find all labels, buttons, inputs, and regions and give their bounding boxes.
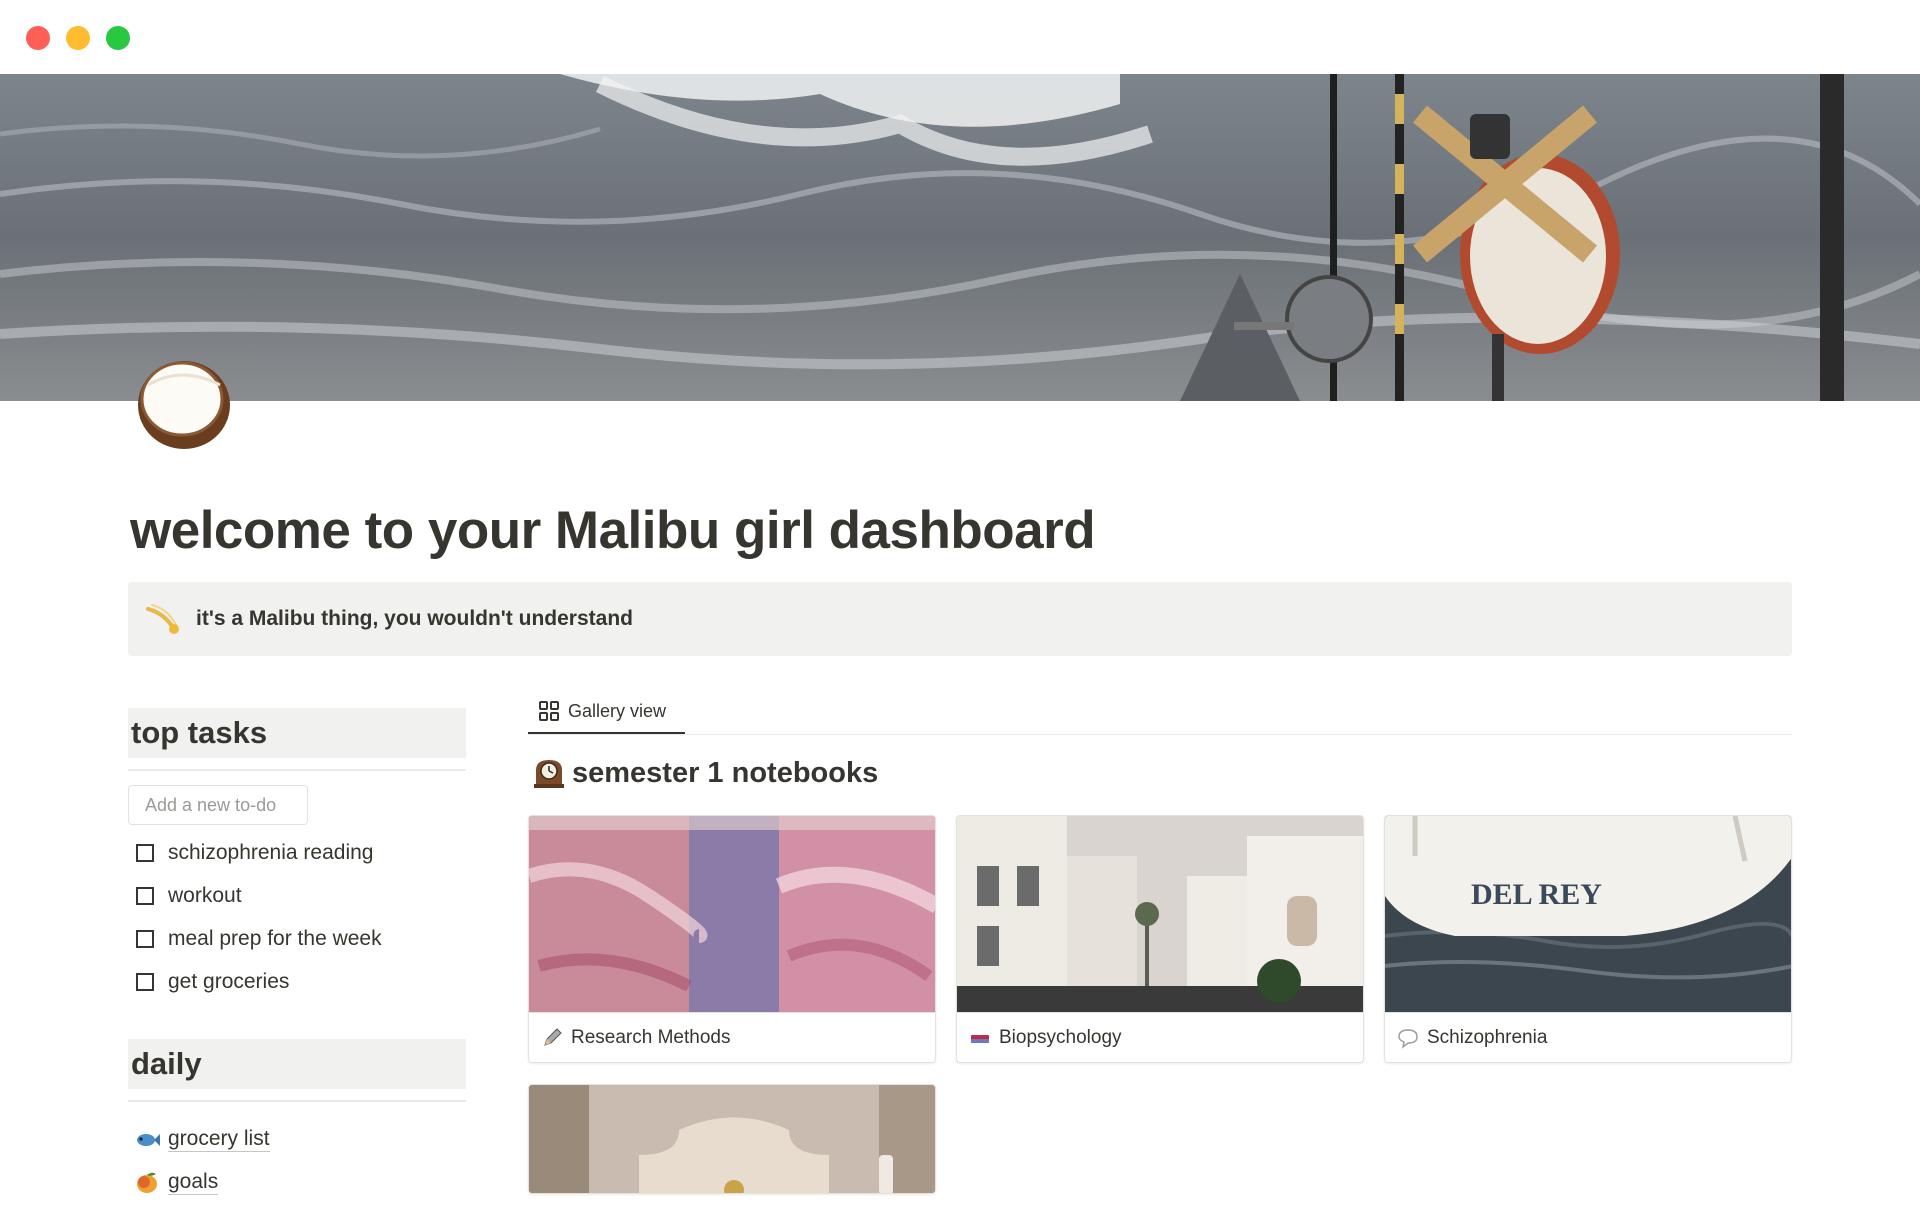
callout-block[interactable]: it's a Malibu thing, you wouldn't unders… xyxy=(128,582,1792,656)
todo-label: get groceries xyxy=(168,969,290,993)
todo-item[interactable]: workout xyxy=(128,874,466,917)
view-tab-label: Gallery view xyxy=(568,700,667,721)
page-link-label: goals xyxy=(168,1170,219,1195)
card-title: Biopsychology xyxy=(999,1027,1122,1048)
card-title: Research Methods xyxy=(571,1027,731,1048)
todo-label: meal prep for the week xyxy=(168,926,382,950)
page-cover-image[interactable] xyxy=(0,74,1920,401)
gallery-cards: Research Methods Biopsychology DEL REY S… xyxy=(528,815,1792,1215)
todo-checkbox[interactable] xyxy=(136,929,154,948)
daily-heading[interactable]: daily xyxy=(128,1039,466,1090)
daily-link-list: grocery list goals xyxy=(128,1118,466,1204)
page-link-label: grocery list xyxy=(168,1127,270,1152)
todo-item[interactable]: meal prep for the week xyxy=(128,917,466,960)
page-link-goals[interactable]: goals xyxy=(128,1161,466,1204)
divider xyxy=(128,1100,466,1102)
comet-icon xyxy=(142,599,182,639)
database-title-text: semester 1 notebooks xyxy=(572,756,879,789)
coconut-icon[interactable] xyxy=(128,345,238,455)
card-title: Schizophrenia xyxy=(1427,1027,1548,1048)
window-titlebar xyxy=(0,0,1920,74)
todo-checkbox[interactable] xyxy=(136,972,154,991)
page-link-grocery-list[interactable]: grocery list xyxy=(128,1118,466,1161)
todo-label: workout xyxy=(168,883,242,907)
pencil-icon xyxy=(541,1027,563,1049)
card-cover-image xyxy=(529,816,935,1013)
boat-name-text: DEL REY xyxy=(1471,878,1602,911)
card-cover-image: DEL REY xyxy=(1385,816,1791,1013)
zoom-window-button[interactable] xyxy=(106,26,130,50)
todo-checkbox[interactable] xyxy=(136,843,154,862)
close-window-button[interactable] xyxy=(26,26,50,50)
todo-item[interactable]: get groceries xyxy=(128,960,466,1003)
gallery-card[interactable] xyxy=(528,1084,936,1194)
left-column: top tasks Add a new to-do schizophrenia … xyxy=(128,708,466,1204)
speech-bubble-icon xyxy=(1397,1027,1419,1049)
minimize-window-button[interactable] xyxy=(66,26,90,50)
lipstick-icon xyxy=(969,1027,991,1049)
page-title[interactable]: welcome to your Malibu girl dashboard xyxy=(130,500,1096,561)
todo-label: schizophrenia reading xyxy=(168,840,374,864)
grid-icon xyxy=(538,700,560,722)
gallery-card-schizophrenia[interactable]: DEL REY Schizophrenia xyxy=(1384,815,1792,1063)
mantelpiece-clock-icon xyxy=(532,756,566,790)
todo-checkbox[interactable] xyxy=(136,886,154,905)
new-todo-input[interactable]: Add a new to-do xyxy=(128,785,308,825)
gallery-database: Gallery view semester 1 notebooks Resear… xyxy=(528,690,1792,1215)
gallery-card-biopsychology[interactable]: Biopsychology xyxy=(956,815,1364,1063)
fish-icon xyxy=(134,1127,160,1153)
divider xyxy=(128,769,466,771)
callout-text: it's a Malibu thing, you wouldn't unders… xyxy=(196,607,633,630)
card-cover-image xyxy=(957,816,1363,1013)
tab-gallery-view[interactable]: Gallery view xyxy=(528,690,685,734)
card-cover-image xyxy=(529,1085,935,1193)
todo-list: schizophrenia reading workout meal prep … xyxy=(128,831,466,1003)
view-tabs: Gallery view xyxy=(528,690,1792,735)
mango-icon xyxy=(134,1170,160,1196)
top-tasks-heading[interactable]: top tasks xyxy=(128,708,466,759)
gallery-card-research-methods[interactable]: Research Methods xyxy=(528,815,936,1063)
database-title[interactable]: semester 1 notebooks xyxy=(528,753,1792,793)
todo-item[interactable]: schizophrenia reading xyxy=(128,831,466,874)
